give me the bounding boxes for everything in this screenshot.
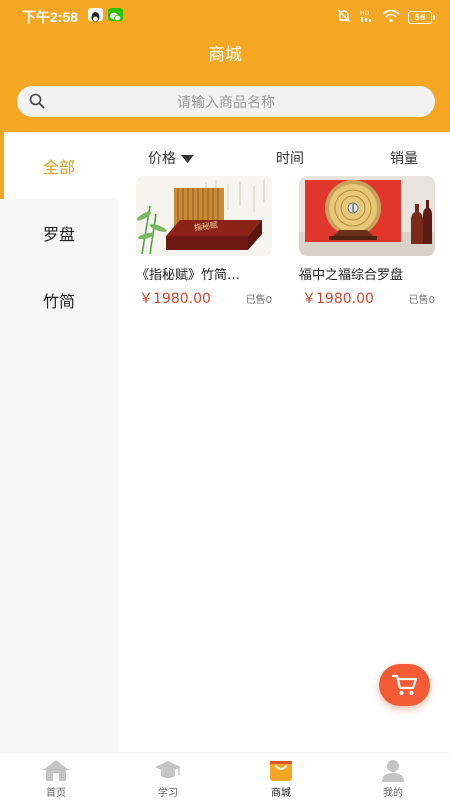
sort-price-button[interactable]: 价格 [148, 148, 195, 168]
sort-sales-button[interactable]: 销量 [390, 148, 418, 168]
category-sidebar: 全部 罗盘 竹简 [0, 132, 118, 752]
sort-bar: 价格 时间 销量 [118, 140, 450, 174]
battery-indicator: 56 [408, 11, 435, 24]
category-item-bamboo-slip[interactable]: 竹简 [0, 266, 118, 333]
product-card[interactable]: 指秘赋 《指秘赋》竹简… ￥1980.00 已售0 [136, 176, 272, 307]
category-label: 全部 [42, 157, 75, 177]
product-sold-count: 已售0 [245, 295, 272, 306]
category-item-compass[interactable]: 罗盘 [0, 199, 118, 266]
category-label: 竹简 [42, 291, 75, 311]
bottom-tab-bar: 首页 学习 商城 我的 [0, 752, 450, 801]
cart-button[interactable] [379, 664, 430, 706]
tab-label: 商城 [271, 788, 291, 799]
product-image-bamboo-slips[interactable]: 指秘赋 [136, 176, 272, 256]
caret-down-icon [181, 155, 195, 163]
qq-icon [88, 8, 103, 22]
product-image-compass[interactable] [299, 176, 435, 256]
wifi-icon [382, 8, 400, 27]
graduation-cap-icon [155, 761, 181, 778]
hd-icon: HD [360, 8, 374, 27]
category-item-all[interactable]: 全部 [0, 132, 118, 199]
tab-home[interactable]: 首页 [0, 753, 112, 801]
product-price: ￥1980.00 [139, 291, 211, 307]
wechat-icon [108, 8, 123, 21]
tab-label: 我的 [383, 788, 403, 799]
tab-label: 学习 [158, 788, 178, 799]
product-sold-count: 已售0 [408, 295, 435, 306]
shopping-cart-icon [391, 674, 417, 695]
product-name: 《指秘赋》竹简… [136, 268, 241, 283]
tab-mine[interactable]: 我的 [337, 753, 449, 801]
home-icon [43, 760, 69, 781]
tab-label: 首页 [46, 788, 66, 799]
sort-time-button[interactable]: 时间 [276, 148, 304, 168]
user-icon [382, 760, 404, 782]
product-name: 福中之福综合罗盘 [299, 268, 404, 283]
search-input[interactable]: 请输入商品名称 [17, 92, 435, 112]
shopping-bag-icon [270, 761, 292, 781]
tab-mall[interactable]: 商城 [225, 753, 337, 801]
tab-study[interactable]: 学习 [112, 753, 224, 801]
category-label: 罗盘 [42, 224, 75, 244]
page-title: 商城 [208, 45, 242, 65]
product-card[interactable]: 福中之福综合罗盘 ￥1980.00 已售0 [299, 176, 435, 307]
search-icon [29, 93, 45, 113]
product-price: ￥1980.00 [302, 291, 374, 307]
mute-icon [336, 8, 352, 27]
header-bar: 下午2:58 HD 56 商城 请输入商品名称 [0, 0, 450, 132]
status-bar: 下午2:58 HD 56 [0, 0, 450, 30]
svg-text:HD: HD [360, 10, 370, 17]
status-time: 下午2:58 [22, 9, 79, 25]
search-bar[interactable]: 请输入商品名称 [17, 86, 435, 117]
sort-price-label: 价格 [148, 151, 176, 167]
